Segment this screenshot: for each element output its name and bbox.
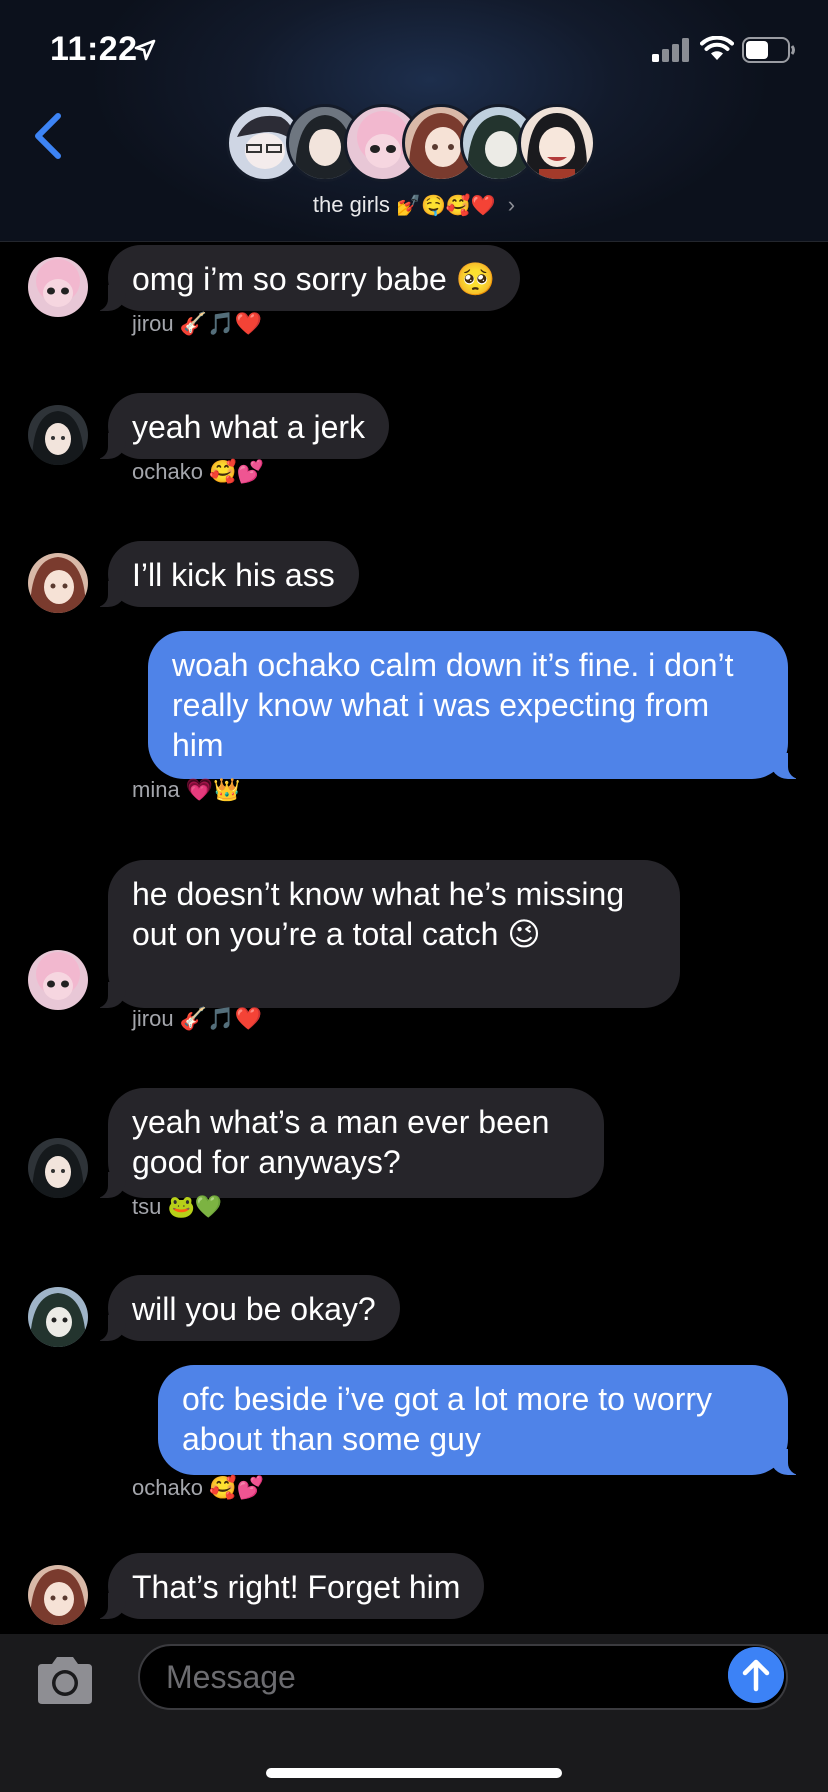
sender-emojis: 🎸🎵❤️: [179, 311, 262, 336]
avatar-mina[interactable]: [28, 257, 88, 317]
conversation-header: 11:22 the girls 💅🤤🥰❤️ ›: [0, 0, 828, 242]
sender-name-text: ochako: [132, 1475, 203, 1500]
avatar-momo: [518, 104, 596, 182]
sender-name-text: tsu: [132, 1194, 162, 1219]
message-text: omg i’m so sorry babe 🥺: [132, 261, 496, 297]
sender-name-text: jirou: [132, 1006, 174, 1031]
incoming-message[interactable]: That’s right! Forget him: [93, 1553, 485, 1619]
incoming-message[interactable]: I’ll kick his ass: [94, 541, 359, 607]
message-text: woah ochako calm down it’s fine. i don’t…: [172, 647, 734, 763]
sender-name-text: mina: [132, 777, 180, 802]
message-text: I’ll kick his ass: [132, 557, 335, 593]
avatar-jirou[interactable]: [28, 405, 88, 465]
sender-name: ochako 🥰💕: [132, 1475, 264, 1501]
battery-icon: [742, 37, 795, 63]
chevron-right-icon: ›: [507, 192, 516, 217]
group-title[interactable]: the girls 💅🤤🥰❤️ ›: [0, 192, 828, 218]
status-time: 11:22: [50, 30, 138, 68]
outgoing-message[interactable]: ofc beside i’ve got a lot more to worry …: [158, 1365, 802, 1475]
sender-emojis: 💗👑: [185, 777, 241, 802]
message-text: will you be okay?: [132, 1291, 376, 1327]
location-arrow-icon: [134, 39, 156, 61]
incoming-message[interactable]: omg i’m so sorry babe 🥺: [94, 245, 520, 311]
message-input[interactable]: Message: [138, 1644, 788, 1710]
cellular-signal-icon: [652, 38, 689, 62]
group-emojis: 💅🤤🥰❤️: [396, 195, 496, 217]
back-chevron-icon[interactable]: [28, 110, 68, 162]
message-text: he doesn’t know what he’s missing out on…: [132, 876, 625, 952]
message-text: yeah what a jerk: [132, 409, 366, 445]
incoming-message[interactable]: he doesn’t know what he’s missing out on…: [94, 860, 680, 1008]
sender-emojis: 🥰💕: [209, 459, 264, 484]
sender-name: jirou 🎸🎵❤️: [132, 1006, 262, 1032]
wifi-icon: [700, 36, 734, 60]
sender-emojis: 🎸🎵❤️: [179, 1006, 262, 1031]
incoming-message[interactable]: yeah what’s a man ever been good for any…: [94, 1088, 604, 1198]
compose-bar: Message: [0, 1634, 828, 1792]
avatar-ochako[interactable]: [28, 1565, 88, 1625]
outgoing-message[interactable]: woah ochako calm down it’s fine. i don’t…: [148, 631, 802, 779]
sender-name: ochako 🥰💕: [132, 459, 264, 485]
home-indicator[interactable]: [266, 1768, 562, 1778]
avatar-mina[interactable]: [28, 950, 88, 1010]
incoming-message[interactable]: yeah what a jerk: [93, 393, 390, 459]
group-avatars[interactable]: [226, 104, 606, 184]
sender-emojis: 🐸💚: [167, 1194, 223, 1219]
message-text: ofc beside i’ve got a lot more to worry …: [182, 1381, 713, 1457]
sender-name: tsu 🐸💚: [132, 1194, 222, 1220]
sender-name: jirou 🎸🎵❤️: [132, 311, 262, 337]
incoming-message[interactable]: will you be okay?: [94, 1275, 400, 1341]
send-arrow-icon[interactable]: [728, 1647, 784, 1703]
avatar-jirou[interactable]: [28, 1138, 88, 1198]
group-name-text: the girls: [312, 192, 390, 217]
sender-name-text: jirou: [132, 311, 174, 336]
sender-emojis: 🥰💕: [209, 1475, 264, 1500]
message-text: That’s right! Forget him: [132, 1569, 461, 1605]
avatar-ochako[interactable]: [28, 553, 88, 613]
sender-name: mina 💗👑: [132, 777, 241, 803]
sender-name-text: ochako: [132, 459, 203, 484]
avatar-tsu[interactable]: [28, 1287, 88, 1347]
message-text: yeah what’s a man ever been good for any…: [132, 1104, 550, 1180]
camera-icon[interactable]: [34, 1654, 96, 1706]
message-list[interactable]: omg i’m so sorry babe 🥺 jirou 🎸🎵❤️ yeah …: [0, 243, 828, 1633]
